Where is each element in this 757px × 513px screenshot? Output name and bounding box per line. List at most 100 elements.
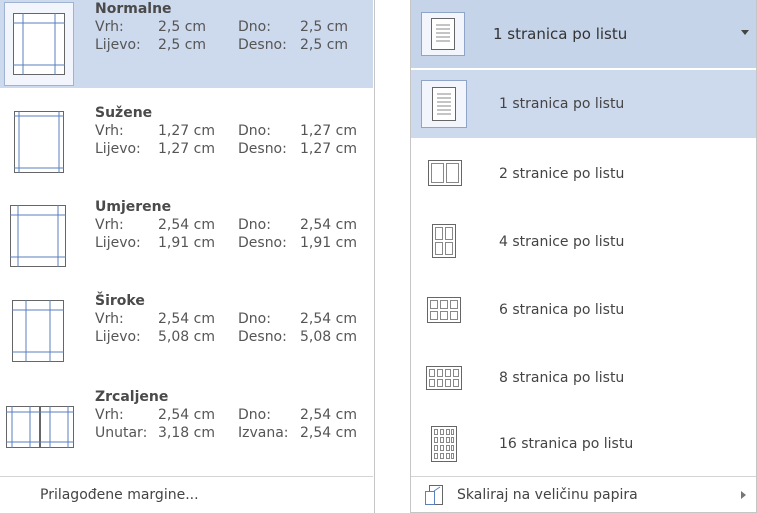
value-inside: 3,18 cm	[158, 425, 215, 441]
pages-option-4[interactable]: 4 stranice po listu	[411, 208, 756, 276]
page-margins-normal-icon	[13, 13, 65, 75]
option-label: 4 stranice po listu	[499, 234, 625, 250]
option-icon-frame	[421, 420, 467, 468]
value-top: 1,27 cm	[158, 123, 215, 139]
eight-pages-icon	[426, 366, 462, 390]
option-icon-frame	[421, 80, 467, 128]
dropdown-icon-frame	[421, 12, 465, 56]
pages-option-2[interactable]: 2 stranice po listu	[411, 140, 756, 208]
value-bottom: 2,54 cm	[300, 407, 357, 423]
margin-preview-frame	[4, 2, 74, 86]
value-top: 2,54 cm	[158, 217, 215, 233]
label-left: Lijevo:	[95, 37, 141, 53]
margin-title: Normalne	[95, 1, 172, 17]
one-page-icon	[431, 18, 455, 50]
chevron-down-icon	[741, 30, 749, 35]
value-bottom: 2,54 cm	[300, 217, 357, 233]
margin-preview-frame	[4, 98, 74, 182]
page-margins-moderate-icon	[10, 205, 66, 267]
chevron-right-icon	[741, 491, 746, 499]
option-icon-frame	[421, 286, 467, 334]
label-bottom: Dno:	[238, 407, 271, 423]
value-right: 5,08 cm	[300, 329, 357, 345]
pages-option-16[interactable]: 16 stranica po listu	[411, 410, 756, 478]
custom-margins-label: Prilagođene margine...	[40, 487, 199, 503]
six-pages-icon	[427, 297, 461, 323]
value-bottom: 2,5 cm	[300, 19, 349, 35]
label-bottom: Dno:	[238, 19, 271, 35]
custom-margins-button[interactable]: Prilagođene margine...	[0, 476, 373, 513]
label-left: Lijevo:	[95, 141, 141, 157]
value-outside: 2,54 cm	[300, 425, 357, 441]
pages-per-sheet-dropdown[interactable]: 1 stranica po listu	[411, 0, 756, 68]
margin-details: Sužene Vrh: 1,27 cm Dno: 1,27 cm Lijevo: 1,2…	[95, 104, 357, 158]
margin-preview-frame	[4, 382, 74, 466]
margin-details: Umjerene Vrh: 2,54 cm Dno: 2,54 cm Lijevo: 1…	[95, 198, 357, 252]
margin-preview-frame	[4, 192, 74, 276]
value-top: 2,54 cm	[158, 407, 215, 423]
label-inside: Unutar:	[95, 425, 148, 441]
pages-option-6[interactable]: 6 stranica po listu	[411, 276, 756, 344]
page-margins-mirrored-icon	[6, 406, 74, 448]
two-pages-icon	[428, 160, 462, 186]
label-right: Desno:	[238, 329, 287, 345]
label-right: Desno:	[238, 235, 287, 251]
pages-per-sheet-menu: 1 stranica po listu 1 stranica po listu	[410, 0, 757, 513]
scale-to-paper-icon	[425, 485, 443, 505]
margin-title: Sužene	[95, 105, 153, 121]
value-bottom: 2,54 cm	[300, 311, 357, 327]
margin-option-suzene[interactable]: Sužene Vrh: 1,27 cm Dno: 1,27 cm Lijevo: 1,2…	[0, 96, 373, 184]
margin-title: Umjerene	[95, 199, 172, 215]
value-left: 5,08 cm	[158, 329, 215, 345]
option-icon-frame	[421, 218, 467, 266]
option-label: 2 stranice po listu	[499, 166, 625, 182]
margin-details: Široke Vrh: 2,54 cm Dno: 2,54 cm Lijevo: 5,0…	[95, 292, 357, 346]
margin-details: Normalne Vrh: 2,5 cm Dno: 2,5 cm Lijevo: 2,5…	[95, 0, 348, 54]
one-page-icon	[432, 87, 456, 121]
value-right: 1,27 cm	[300, 141, 357, 157]
margin-title: Široke	[95, 293, 145, 309]
option-label: 16 stranica po listu	[499, 436, 634, 452]
margin-option-normalne[interactable]: Normalne Vrh: 2,5 cm Dno: 2,5 cm Lijevo: 2,5…	[0, 0, 373, 88]
option-label: 1 stranica po listu	[499, 96, 625, 112]
margins-gallery: Normalne Vrh: 2,5 cm Dno: 2,5 cm Lijevo: 2,5…	[0, 0, 375, 513]
option-label: 8 stranica po listu	[499, 370, 625, 386]
scale-label: Skaliraj na veličinu papira	[457, 487, 638, 503]
option-label: 6 stranica po listu	[499, 302, 625, 318]
page-margins-narrow-icon	[14, 111, 64, 173]
margin-preview-frame	[4, 286, 74, 370]
page-margins-wide-icon	[12, 300, 64, 362]
scale-to-paper-size-menu[interactable]: Skaliraj na veličinu papira	[411, 476, 756, 512]
pages-option-8[interactable]: 8 stranica po listu	[411, 344, 756, 412]
value-left: 2,5 cm	[158, 37, 207, 53]
label-left: Lijevo:	[95, 235, 141, 251]
value-top: 2,5 cm	[158, 19, 207, 35]
value-right: 1,91 cm	[300, 235, 357, 251]
margin-option-umjerene[interactable]: Umjerene Vrh: 2,54 cm Dno: 2,54 cm Lijevo: 1…	[0, 190, 373, 278]
option-icon-frame	[421, 354, 467, 402]
margin-details: Zrcaljene Vrh: 2,54 cm Dno: 2,54 cm Unutar:…	[95, 388, 357, 442]
value-top: 2,54 cm	[158, 311, 215, 327]
option-icon-frame	[421, 150, 467, 198]
pages-option-1[interactable]: 1 stranica po listu	[411, 70, 756, 138]
label-top: Vrh:	[95, 311, 124, 327]
label-top: Vrh:	[95, 19, 124, 35]
value-right: 2,5 cm	[300, 37, 349, 53]
value-bottom: 1,27 cm	[300, 123, 357, 139]
label-right: Desno:	[238, 37, 287, 53]
margin-option-zrcaljene[interactable]: Zrcaljene Vrh: 2,54 cm Dno: 2,54 cm Unutar:…	[0, 380, 373, 468]
margin-option-siroke[interactable]: Široke Vrh: 2,54 cm Dno: 2,54 cm Lijevo: 5,0…	[0, 284, 373, 372]
label-left: Lijevo:	[95, 329, 141, 345]
label-top: Vrh:	[95, 407, 124, 423]
label-top: Vrh:	[95, 217, 124, 233]
label-bottom: Dno:	[238, 311, 271, 327]
sixteen-pages-icon	[431, 426, 457, 462]
margin-title: Zrcaljene	[95, 389, 169, 405]
dropdown-selected-value: 1 stranica po listu	[493, 25, 628, 43]
label-outside: Izvana:	[238, 425, 289, 441]
label-top: Vrh:	[95, 123, 124, 139]
value-left: 1,91 cm	[158, 235, 215, 251]
label-bottom: Dno:	[238, 217, 271, 233]
label-bottom: Dno:	[238, 123, 271, 139]
value-left: 1,27 cm	[158, 141, 215, 157]
